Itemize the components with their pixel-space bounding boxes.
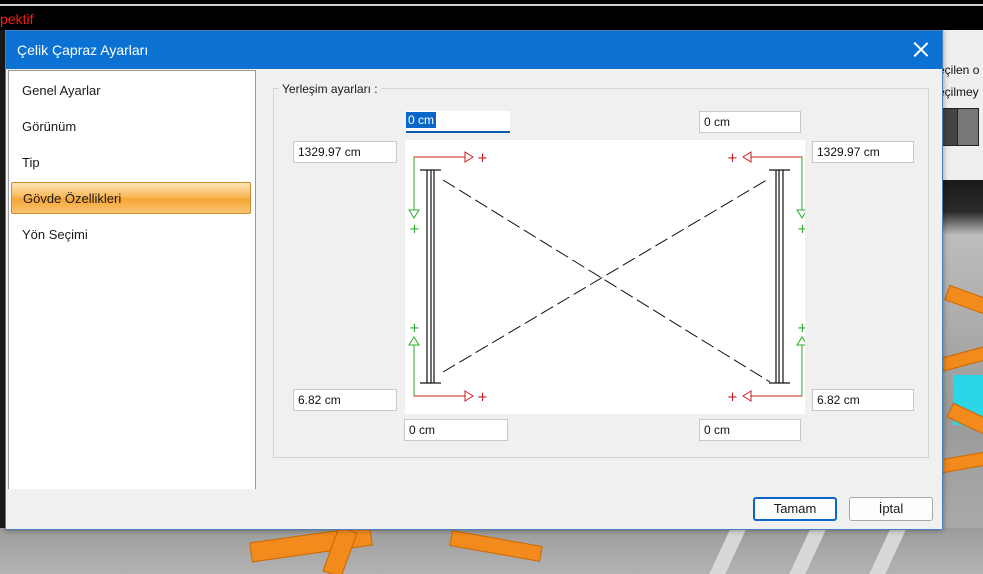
- viewport-title: pektif: [0, 11, 34, 27]
- selection-text-1: eçilen o: [938, 63, 980, 77]
- section-thumbnail[interactable]: [957, 108, 979, 146]
- selection-text-2: eçilmey: [938, 85, 979, 99]
- svg-text:+: +: [409, 321, 420, 336]
- cancel-button[interactable]: İptal: [849, 497, 933, 521]
- svg-text:+: +: [727, 151, 738, 166]
- brace-diagram: + + + + + + + +: [405, 140, 808, 414]
- svg-text:+: +: [477, 390, 488, 405]
- svg-text:+: +: [797, 222, 805, 237]
- nav-item-type[interactable]: Tip: [11, 147, 251, 179]
- left-lower-offset-field[interactable]: [293, 389, 397, 411]
- steel-beam: [944, 284, 983, 322]
- top-right-offset-arrows: + +: [727, 151, 808, 237]
- left-column-icon: [420, 169, 441, 384]
- nav-item-general-settings[interactable]: Genel Ayarlar: [11, 75, 251, 107]
- bottom-left-offset-field[interactable]: [404, 419, 508, 441]
- bottom-right-offset-field[interactable]: [699, 419, 801, 441]
- dialog-titlebar[interactable]: Çelik Çapraz Ayarları: [6, 31, 942, 69]
- right-column-icon: [769, 169, 790, 384]
- brace-diagram-svg: + + + + + + + +: [408, 151, 808, 405]
- settings-nav: Genel Ayarlar Görünüm Tip Gövde Özellikl…: [8, 70, 256, 490]
- top-right-offset-field[interactable]: [699, 111, 801, 133]
- top-left-offset-selection: 0 cm: [406, 112, 437, 128]
- right-upper-offset-field[interactable]: [812, 141, 914, 163]
- brace-diagonal-2: [442, 177, 771, 373]
- svg-text:+: +: [797, 321, 805, 336]
- floor-stripe: [709, 528, 747, 574]
- nav-item-appearance[interactable]: Görünüm: [11, 111, 251, 143]
- right-lower-offset-field[interactable]: [812, 389, 914, 411]
- bottom-left-offset-arrows: + +: [408, 321, 488, 405]
- svg-text:+: +: [409, 222, 420, 237]
- nav-item-direction-selection[interactable]: Yön Seçimi: [11, 219, 251, 251]
- placement-settings-label: Yerleşim ayarları :: [279, 82, 381, 96]
- dialog-title: Çelik Çapraz Ayarları: [17, 42, 149, 58]
- app-toolbar-divider: [0, 4, 983, 6]
- ok-button[interactable]: Tamam: [753, 497, 837, 521]
- steel-beam: [449, 530, 543, 562]
- steel-brace-settings-dialog: Çelik Çapraz Ayarları Genel Ayarlar Görü…: [5, 30, 943, 530]
- left-upper-offset-field[interactable]: [293, 141, 397, 163]
- top-left-offset-arrows: + +: [408, 151, 488, 237]
- steel-beam: [939, 342, 983, 372]
- 3d-viewport-bottom: [0, 528, 983, 574]
- svg-text:+: +: [727, 390, 738, 405]
- close-icon[interactable]: [908, 37, 934, 63]
- brace-diagonal-1: [442, 179, 771, 383]
- nav-item-body-properties[interactable]: Gövde Özellikleri: [11, 182, 251, 214]
- floor-stripe: [869, 528, 907, 574]
- floor-stripe: [789, 528, 827, 574]
- svg-text:+: +: [477, 151, 488, 166]
